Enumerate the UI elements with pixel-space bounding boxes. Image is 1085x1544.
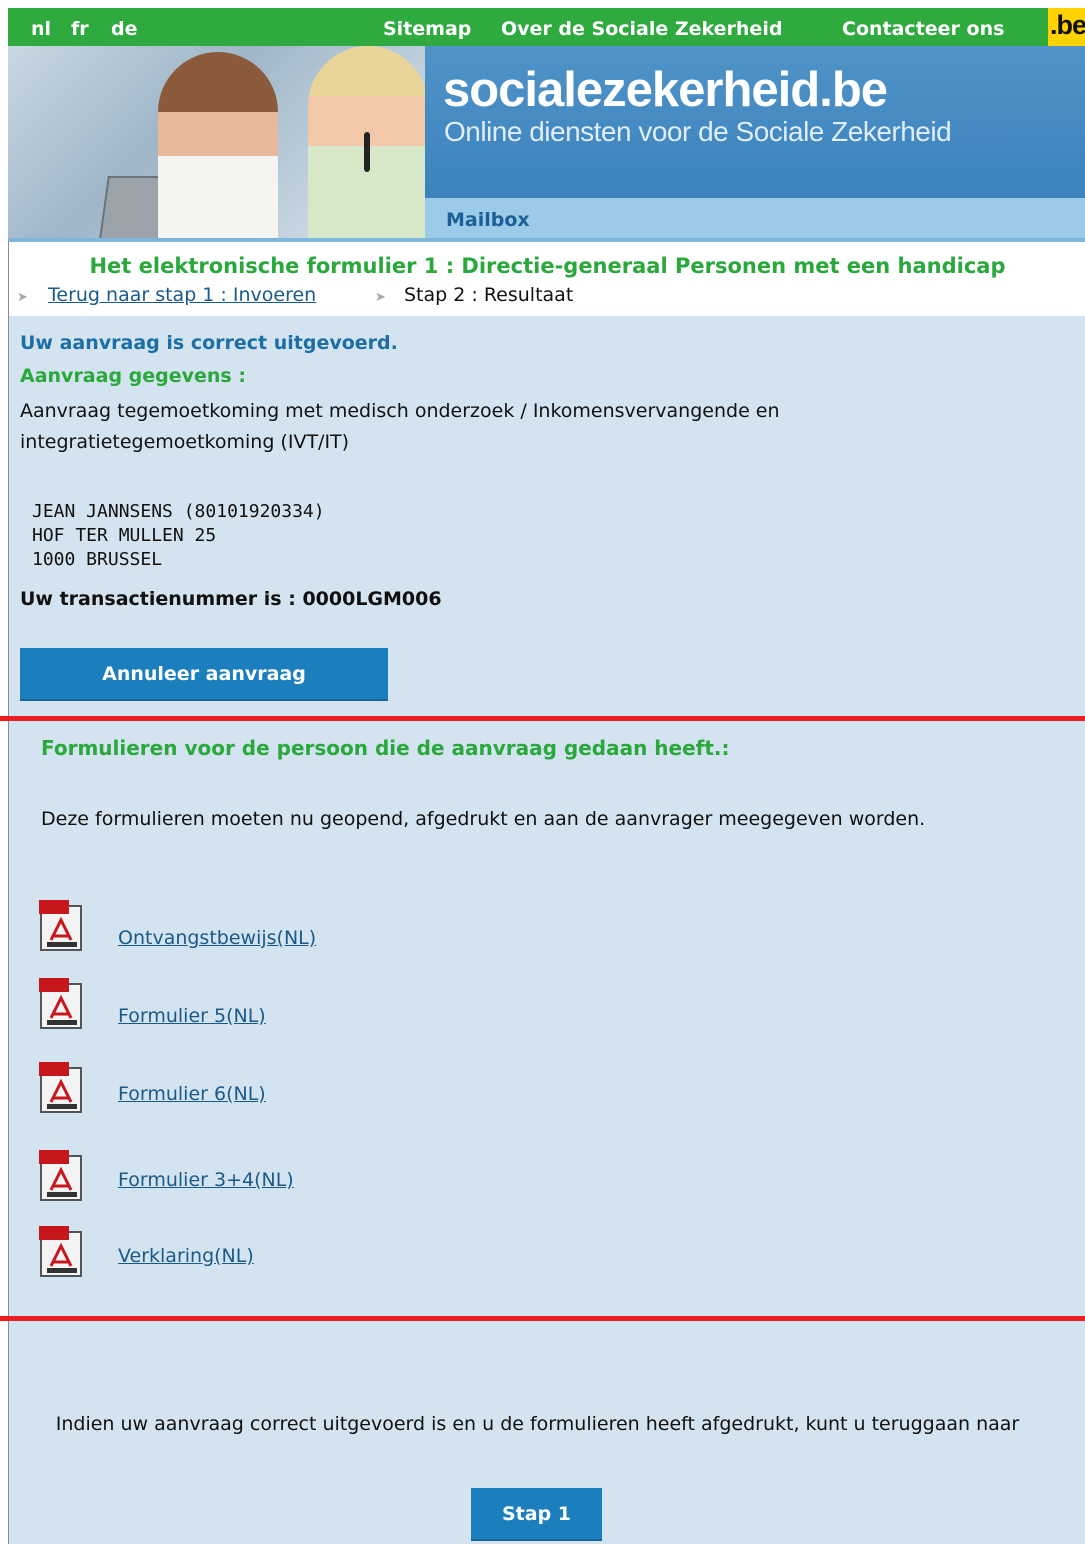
request-description: Aanvraag tegemoetkoming met medisch onde… [20, 400, 780, 453]
success-message: Uw aanvraag is correct uitgevoerd. [20, 332, 398, 354]
breadcrumb-arrow-icon: ➤ [375, 290, 386, 305]
transaction-number: Uw transactienummer is : 0000LGM006 [20, 588, 442, 610]
sitemap-link[interactable]: Sitemap [383, 18, 471, 40]
request-details-heading: Aanvraag gegevens : [20, 365, 246, 387]
breadcrumb-arrow-icon: ➤ [17, 290, 28, 305]
pdf-file-icon[interactable] [39, 978, 87, 1030]
highlight-line-bottom [0, 1316, 1085, 1321]
highlight-line-top [0, 716, 1085, 721]
form-title: Het elektronische formulier 1 : Directie… [89, 254, 1006, 278]
pdf-file-icon[interactable] [39, 1062, 87, 1114]
breadcrumb-current: Stap 2 : Resultaat [404, 284, 574, 306]
headset-icon [364, 132, 370, 172]
mailbox-bar: Mailbox [425, 198, 1085, 238]
language-de-link[interactable]: de [111, 18, 138, 40]
language-nl-link[interactable]: nl [31, 18, 51, 40]
pdf-file-icon[interactable] [39, 1150, 87, 1202]
site-subtitle: Online diensten voor de Sociale Zekerhei… [444, 116, 952, 147]
form-title-box: Het elektronische formulier 1 : Directie… [9, 242, 1085, 316]
contact-link[interactable]: Contacteer ons [842, 18, 1004, 40]
applicant-name: JEAN JANNSENS (80101920334) [32, 501, 325, 522]
call-center-photo [8, 46, 425, 238]
person-image [158, 52, 278, 238]
document-link[interactable]: Formulier 6(NL) [118, 1083, 266, 1105]
applicant-city: 1000 BRUSSEL [32, 549, 163, 570]
be-logo[interactable]: .be [1048, 8, 1085, 46]
site-title[interactable]: socialezekerheid.be [443, 62, 888, 118]
pdf-file-icon[interactable] [39, 900, 87, 952]
document-link[interactable]: Ontvangstbewijs(NL) [118, 927, 316, 949]
top-navigation-bar: nl fr de Sitemap Over de Sociale Zekerhe… [8, 8, 1085, 46]
document-link[interactable]: Formulier 5(NL) [118, 1005, 266, 1027]
applicant-street: HOF TER MULLEN 25 [32, 525, 217, 546]
applicant-address: JEAN JANNSENS (80101920334) HOF TER MULL… [32, 500, 325, 572]
step-1-button[interactable]: Stap 1 [471, 1488, 602, 1541]
document-link[interactable]: Verklaring(NL) [118, 1245, 254, 1267]
main-content: Het elektronische formulier 1 : Directie… [8, 242, 1085, 1544]
mailbox-link[interactable]: Mailbox [446, 209, 530, 231]
forms-section-heading: Formulieren voor de persoon die de aanvr… [41, 736, 730, 760]
breadcrumb-back-link[interactable]: Terug naar stap 1 : Invoeren [48, 284, 316, 306]
pdf-file-icon[interactable] [39, 1226, 87, 1278]
brand-header: socialezekerheid.be Online diensten voor… [425, 46, 1085, 198]
site-banner: socialezekerheid.be Online diensten voor… [8, 46, 1085, 238]
document-link[interactable]: Formulier 3+4(NL) [118, 1169, 294, 1191]
cancel-request-button[interactable]: Annuleer aanvraag [20, 648, 388, 701]
about-social-security-link[interactable]: Over de Sociale Zekerheid [501, 18, 782, 40]
forms-section-description: Deze formulieren moeten nu geopend, afge… [41, 808, 926, 830]
return-instructions: Indien uw aanvraag correct uitgevoerd is… [55, 1413, 1020, 1435]
be-logo-text: .be [1050, 10, 1085, 40]
language-fr-link[interactable]: fr [71, 18, 89, 40]
